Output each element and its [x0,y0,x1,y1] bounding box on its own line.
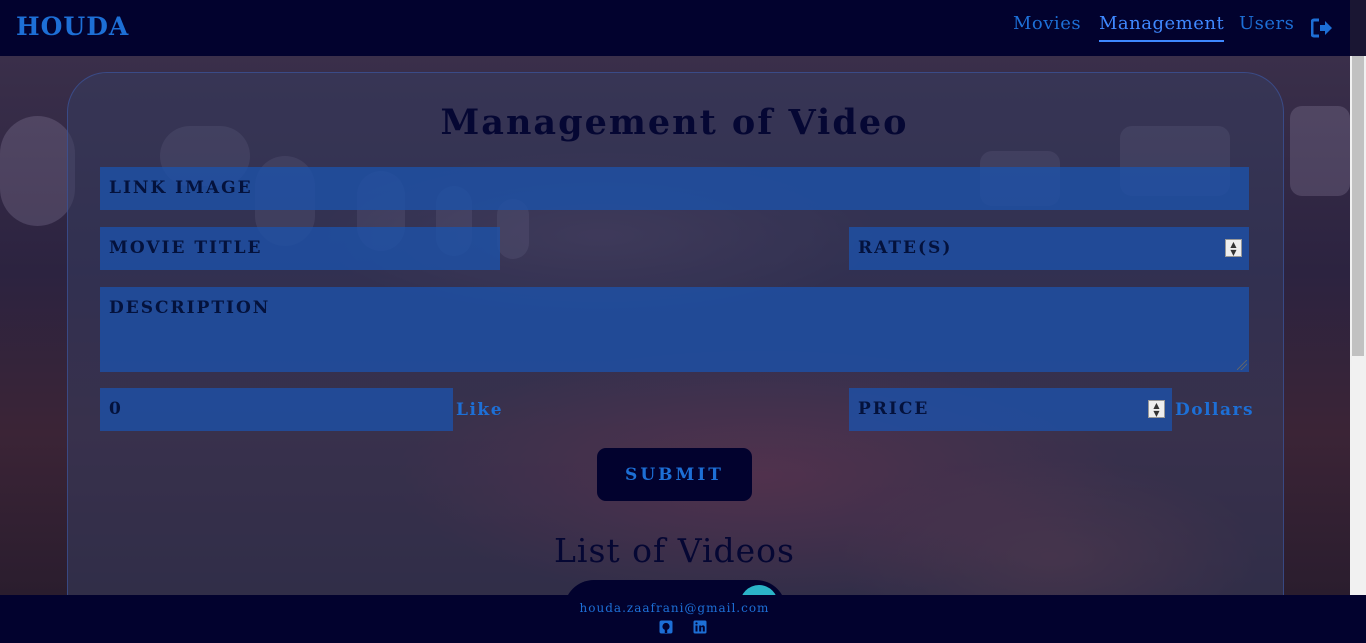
footer: houda.zaafrani@gmail.com [0,595,1366,643]
brand-logo[interactable]: HOUDA [16,12,129,41]
price-spinner[interactable]: ▲ ▼ [1148,400,1165,418]
github-icon[interactable] [659,620,673,634]
link-image-placeholder: LINK IMAGE [109,178,253,198]
price-placeholder: PRICE [858,399,930,419]
price-unit-label: Dollars [1175,400,1255,420]
linkedin-icon[interactable] [693,620,707,634]
footer-email[interactable]: houda.zaafrani@gmail.com [0,601,1349,615]
description-placeholder: DESCRIPTION [109,298,271,318]
movie-title-input[interactable]: MOVIE TITLE [100,227,500,270]
sign-out-icon[interactable] [1311,18,1333,38]
page-scrollbar[interactable] [1350,56,1366,595]
resize-handle-icon[interactable] [1237,360,1247,370]
price-input[interactable]: PRICE ▲ ▼ [849,388,1172,431]
nav-link-users[interactable]: Users [1239,13,1294,40]
submit-button[interactable]: SUBMIT [597,448,752,501]
page-title: Management of Video [440,102,909,143]
description-textarea[interactable]: DESCRIPTION [100,287,1249,372]
nav-link-movies[interactable]: Movies [1013,13,1081,40]
navbar: HOUDA Movies Management Users [0,0,1350,56]
scrollbar-thumb[interactable] [1352,56,1364,356]
likes-unit-label: Like [456,400,504,420]
likes-input[interactable]: 0 [100,388,453,431]
rate-placeholder: RATE(S) [858,238,953,258]
link-image-input[interactable]: LINK IMAGE [100,167,1249,210]
rate-input[interactable]: RATE(S) ▲ ▼ [849,227,1249,270]
rate-spinner[interactable]: ▲ ▼ [1225,239,1242,257]
movie-title-placeholder: MOVIE TITLE [109,238,263,258]
likes-value: 0 [109,399,123,419]
list-title: List of Videos [554,531,795,570]
nav-link-management[interactable]: Management [1099,13,1225,42]
